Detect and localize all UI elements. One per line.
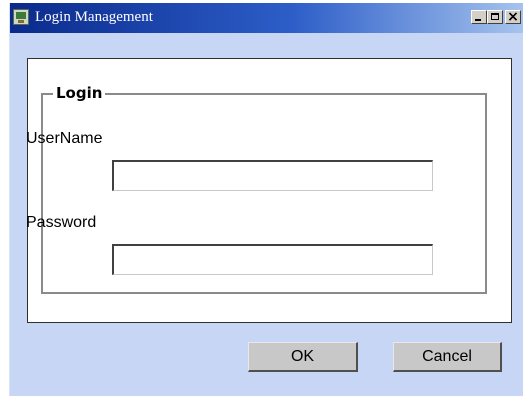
login-group-legend: Login <box>53 84 106 102</box>
minimize-icon <box>475 19 481 21</box>
cancel-button[interactable]: Cancel <box>393 342 502 372</box>
close-button[interactable]: × <box>505 9 521 25</box>
ok-button[interactable]: OK <box>248 342 358 372</box>
computer-icon[interactable] <box>13 9 29 25</box>
password-label: Password <box>26 214 97 231</box>
maximize-button[interactable] <box>487 10 503 24</box>
username-input[interactable] <box>112 160 433 191</box>
minimize-button[interactable] <box>471 10 487 24</box>
password-input[interactable] <box>112 244 433 275</box>
title-bar[interactable]: Login Management × <box>10 3 523 33</box>
close-icon: × <box>507 9 519 25</box>
maximize-icon <box>491 13 499 20</box>
window-title: Login Management <box>35 9 153 25</box>
username-label: UserName <box>26 130 103 147</box>
